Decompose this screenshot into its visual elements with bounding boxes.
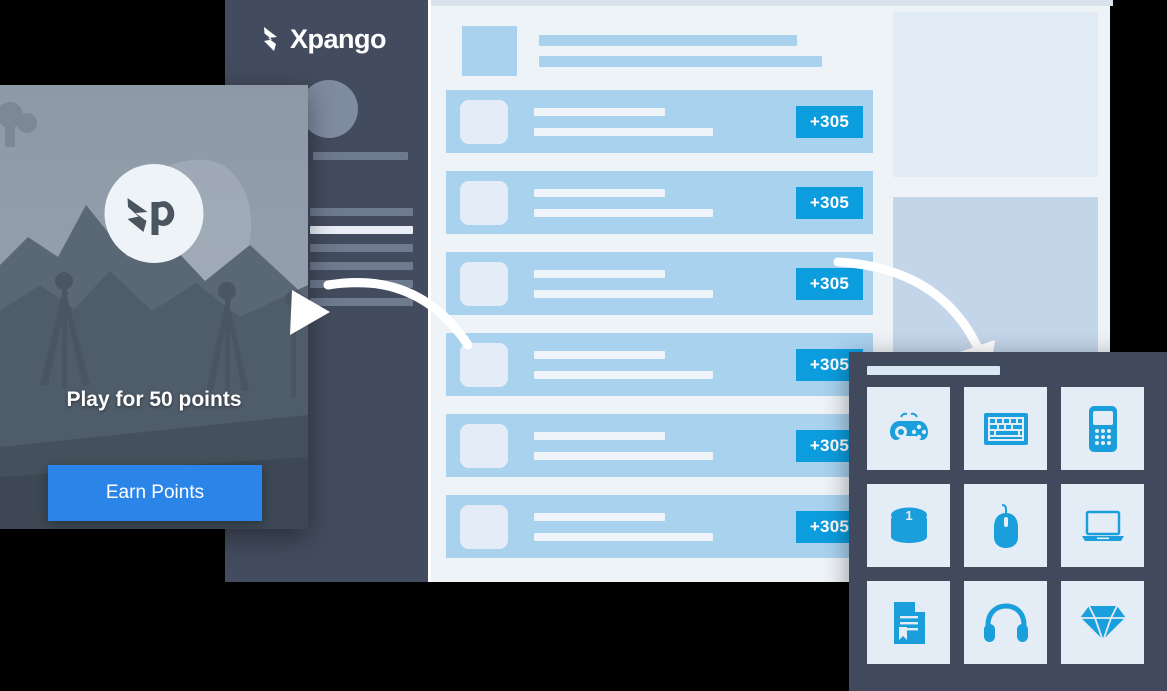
promo-background-illustration	[0, 85, 308, 529]
promo-card[interactable]: Play for 50 points Earn Points	[0, 85, 308, 529]
reward-tile-diamond[interactable]	[1061, 581, 1144, 664]
offer-row[interactable]: +305	[446, 171, 873, 234]
offer-line-1	[534, 269, 665, 278]
reward-tile-computer-mouse[interactable]	[964, 484, 1047, 567]
panel-top-bar	[431, 0, 1113, 6]
offer-line-2	[534, 370, 713, 379]
offer-thumbnail	[460, 99, 508, 144]
offer-line-1	[534, 188, 665, 197]
sidebar-item-5[interactable]	[310, 280, 413, 288]
offer-row[interactable]: +305	[446, 333, 873, 396]
promo-title: Play for 50 points	[66, 388, 242, 411]
headphones-icon	[983, 602, 1029, 643]
rewards-grid: 1	[867, 387, 1144, 664]
brand-name: Xpango	[290, 24, 387, 54]
offer-thumbnail	[460, 504, 508, 549]
sidebar-item-3[interactable]	[310, 244, 413, 252]
computer-mouse-icon	[992, 503, 1020, 549]
offer-line-2	[534, 208, 713, 217]
offer-row[interactable]: +305	[446, 90, 873, 153]
reward-tile-mobile-phone[interactable]	[1061, 387, 1144, 470]
xp-badge-icon	[104, 164, 204, 263]
summary-line-1	[539, 35, 797, 46]
list-header-row	[446, 12, 873, 90]
sidebar-item-2-active[interactable]	[310, 226, 413, 234]
summary-thumbnail-placeholder	[462, 26, 517, 76]
laptop-icon	[1080, 509, 1126, 543]
offer-list: +305 +305 +305 +305 +305 +305	[446, 12, 873, 576]
reward-tile-gamepad[interactable]	[867, 387, 950, 470]
rail-card-top	[893, 12, 1098, 177]
offer-line-1	[534, 350, 665, 359]
offer-thumbnail	[460, 261, 508, 306]
offer-thumbnail	[460, 342, 508, 387]
offer-line-2	[534, 451, 713, 460]
points-badge[interactable]: +305	[795, 267, 863, 300]
summary-text-placeholder	[539, 35, 873, 67]
coin-stack-icon: 1	[886, 504, 932, 548]
offer-row[interactable]: +305	[446, 495, 873, 558]
offer-line-1	[534, 431, 665, 440]
rail-card-bottom	[893, 197, 1098, 372]
diamond-icon	[1078, 604, 1127, 642]
rewards-panel-title-placeholder	[867, 366, 1000, 375]
reward-tile-headphones[interactable]	[964, 581, 1047, 664]
sidebar-divider	[313, 152, 408, 160]
points-badge[interactable]: +305	[795, 186, 863, 219]
offer-line-2	[534, 127, 713, 136]
points-badge[interactable]: +305	[795, 105, 863, 138]
offer-line-1	[534, 107, 665, 116]
keyboard-icon	[983, 412, 1029, 446]
screenshot-stage: Xpango +305 +305 +305 +305 +305 +305 Pla…	[0, 0, 1167, 691]
reward-tile-certificate-document[interactable]	[867, 581, 950, 664]
reward-tile-keyboard[interactable]	[964, 387, 1047, 470]
gamepad-icon	[886, 406, 932, 452]
svg-text:1: 1	[905, 508, 912, 523]
reward-tile-coin-stack[interactable]: 1	[867, 484, 950, 567]
offer-rows: +305 +305 +305 +305 +305 +305	[446, 90, 873, 558]
reward-tile-laptop[interactable]	[1061, 484, 1144, 567]
avatar	[300, 80, 358, 138]
offer-thumbnail	[460, 180, 508, 225]
brand-logo: Xpango	[263, 22, 387, 56]
offer-thumbnail	[460, 423, 508, 468]
xpango-x-logo-icon	[263, 24, 289, 54]
offer-line-2	[534, 532, 713, 541]
certificate-document-icon	[892, 601, 926, 645]
rewards-panel: 1	[849, 352, 1167, 691]
sidebar-nav	[310, 208, 413, 316]
offer-line-1	[534, 512, 665, 521]
sidebar-item-1[interactable]	[310, 208, 413, 216]
sidebar-item-6[interactable]	[310, 298, 413, 306]
mobile-phone-icon	[1088, 405, 1118, 453]
right-rail	[893, 12, 1098, 372]
offer-line-2	[534, 289, 713, 298]
summary-line-2	[539, 56, 822, 67]
sidebar-item-4[interactable]	[310, 262, 413, 270]
offer-row[interactable]: +305	[446, 414, 873, 477]
offer-row[interactable]: +305	[446, 252, 873, 315]
earn-points-button[interactable]: Earn Points	[48, 465, 262, 521]
